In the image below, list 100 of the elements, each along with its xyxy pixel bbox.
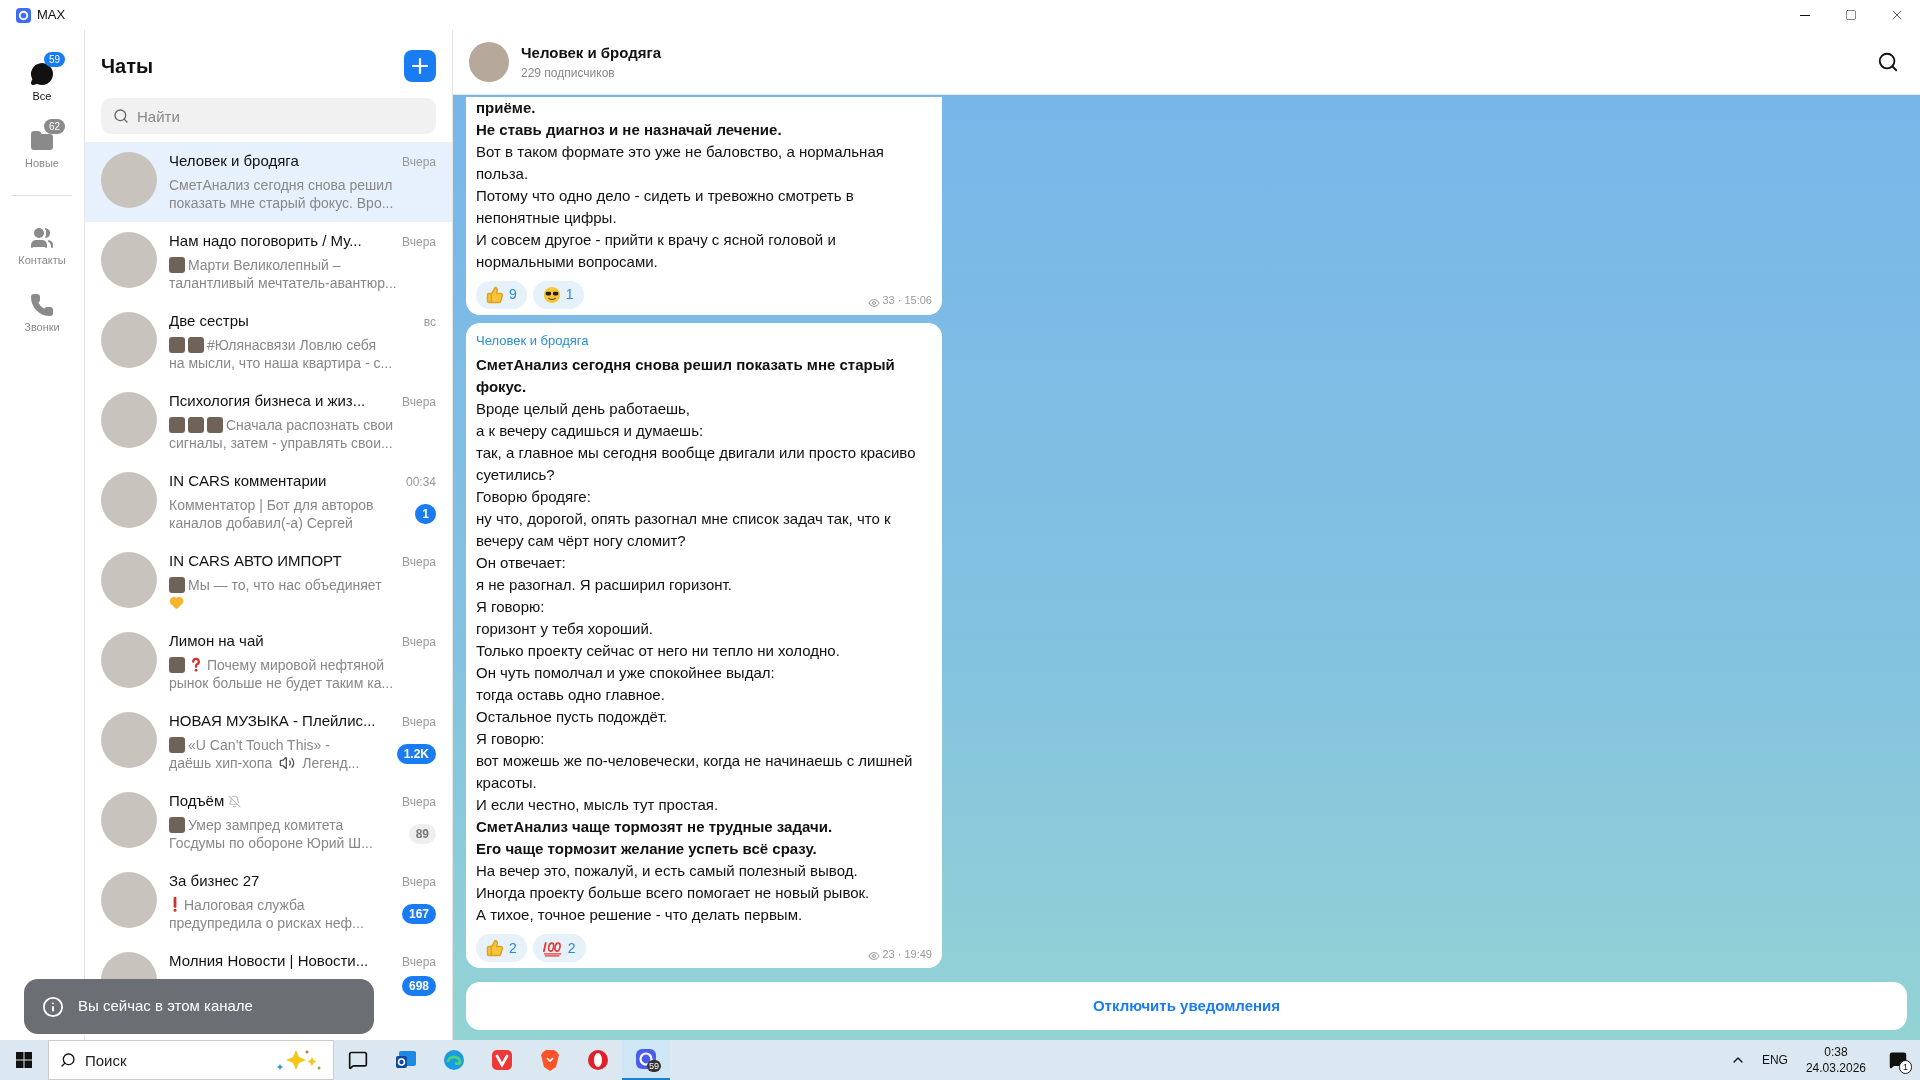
message-text: Вот в таком формате это уже не баловство, а нормальная польза. — [476, 141, 885, 184]
notifications-button[interactable]: 1 — [1876, 1040, 1920, 1080]
chat-item[interactable]: Человек и бродяга Вчера СметАнализ сегодня снова решил показать мне старый фокус. Вро... — [85, 142, 452, 222]
contacts-icon — [30, 226, 54, 250]
chat-time: Вчера — [402, 554, 436, 571]
chat-title: НОВАЯ МУЗЫКА - Плейлис... — [169, 711, 376, 731]
chat-item[interactable]: Две сестры вс #Юлянасвязи Ловлю себя на мысли, что наша квартира - с... — [85, 302, 452, 382]
message-text: тогда оставь одно главное. — [476, 685, 666, 705]
message-text: А тихое, точное решение - что делать первым. — [476, 905, 804, 925]
info-icon — [42, 995, 64, 1018]
photo-placeholder — [169, 416, 185, 433]
message-text: приёме. — [476, 97, 537, 118]
chat-title: Лимон на чай — [169, 631, 264, 651]
chat-time: Вчера — [402, 794, 436, 811]
thumbs-up-icon — [486, 939, 504, 957]
message-preview: Легенд... — [302, 753, 360, 772]
message-preview: на мысли, что наша квартира - с... — [169, 353, 393, 372]
avatar — [101, 792, 157, 848]
app-logo-icon — [16, 7, 31, 23]
chat-time: Вчера — [402, 634, 436, 651]
new-chat-button[interactable] — [404, 50, 436, 82]
chat-time: Вчера — [402, 714, 436, 731]
sunglasses-face-icon — [542, 285, 561, 304]
chat-item[interactable]: Подъём Вчера Умер зампред комитета Госдумы по обороне Юрий Ш... 89 — [85, 782, 452, 862]
photo-placeholder — [169, 256, 185, 273]
message-preview: Сначала распознать свои — [226, 415, 394, 434]
message-text: Он отвечает: — [476, 553, 567, 573]
chat-time: Вчера — [402, 394, 436, 411]
message-text: И если честно, мысль тут простая. — [476, 795, 720, 815]
badge: 1 — [1899, 1060, 1912, 1074]
rail-tab[interactable]: Звонки — [7, 282, 77, 339]
message-text: СметАнализ сегодня снова решил показать мне старый фокус. — [476, 355, 896, 397]
chat-item[interactable]: За бизнес 27 Вчера Налоговая служба предупредила о рисках неф... 167 — [85, 862, 452, 942]
message-text: Иногда проекту больше всего помогает не новый рывок. — [476, 883, 871, 903]
chat-item[interactable]: Лимон на чай Вчера Почему мировой нефтяной рынок больше не будет таким ка... — [85, 622, 452, 702]
window-title: MAX — [37, 6, 66, 25]
language-indicator[interactable]: ENG — [1761, 1051, 1788, 1069]
message-preview: предупредила о рисках неф... — [169, 913, 364, 932]
hundred-points-icon — [542, 939, 563, 957]
speaker-icon — [279, 754, 296, 771]
maximize-icon — [1845, 9, 1857, 21]
heart-icon — [169, 595, 184, 610]
message-text: Говорю бродяге: — [476, 487, 592, 507]
avatar — [469, 42, 509, 82]
taskbar-app[interactable]: 59 — [622, 1040, 670, 1080]
chat-title: Две сестры — [169, 311, 249, 331]
search-field[interactable]: Найти — [101, 98, 436, 134]
avatar — [101, 872, 157, 928]
message-preview: #Юлянасвязи Ловлю себя — [207, 335, 377, 354]
chat-title: Молния Новости | Новости... — [169, 951, 369, 971]
message-text: так, а главное мы сегодня вообще двигали или просто красиво суетились? — [476, 443, 917, 485]
chat-item[interactable]: IN CARS АВТО ИМПОРТ Вчера Мы — то, что нас объединяет — [85, 542, 452, 622]
message-preview: сигналы, затем - управлять свои... — [169, 433, 393, 452]
message-author: Человек и бродяга — [476, 331, 590, 350]
chat-title: Человек и бродяга — [169, 151, 299, 171]
search-icon — [113, 108, 129, 124]
message-text: Вроде целый день работаешь, — [476, 399, 692, 419]
chat-time: 00:34 — [405, 474, 436, 491]
message-preview: СметАнализ сегодня снова решил — [169, 175, 393, 194]
message-text: вот можешь же по-человечески, когда не начинаешь с лишней красоты. — [476, 751, 914, 793]
chat-title: Подъём — [169, 791, 225, 811]
message-preview: даёшь хип-хопа — [169, 753, 273, 772]
message-preview: рынок больше не будет таким ка... — [169, 673, 394, 692]
chat-item[interactable]: Нам надо поговорить / Му... Вчера Марти Великолепный – талантливый мечтатель-авантюр... — [85, 222, 452, 302]
message-meta: 33 · 15:06 — [882, 293, 932, 308]
avatar — [101, 552, 157, 608]
message-text: Я говорю: — [476, 729, 546, 749]
browser-icon — [442, 1048, 466, 1072]
avatar — [101, 152, 157, 208]
message-text: Потому что одно дело - сидеть и тревожно смотреть в непонятные цифры. — [476, 185, 855, 228]
photo-placeholder — [169, 736, 185, 753]
message-text: И совсем другое - прийти к врачу с ясной головой и нормальными вопросами. — [476, 229, 837, 272]
rail-tab[interactable]: Новые 62 — [7, 118, 77, 175]
message-preview: Почему мировой нефтяной — [207, 655, 385, 674]
mute-notifications-button[interactable]: Отключить уведомления — [466, 982, 1907, 1030]
message-text: Остальное пусть подождёт. — [476, 707, 669, 727]
message-preview: Умер зампред комитета — [188, 815, 344, 834]
chat-item[interactable]: Психология бизнеса и жиз... Вчера Сначала распознать свои сигналы, затем - управлять свои... — [85, 382, 452, 462]
chat-time: Вчера — [402, 874, 436, 891]
channel-title: Человек и бродяга — [521, 42, 662, 63]
views-icon — [868, 296, 881, 309]
subscriber-count: 229 подписчиков — [521, 65, 616, 83]
chat-item[interactable]: НОВАЯ МУЗЫКА - Плейлис... Вчера «U Can’t Touch This» - даёшь хип-хопа Легенд... 1.2K — [85, 702, 452, 782]
message-text: я не разогнал. Я расширил горизонт. — [476, 575, 733, 595]
message-text: Его чаще тормозит желание успеть всё сразу. — [476, 839, 818, 859]
clock-time: 0:38 — [1824, 1044, 1848, 1060]
message-text: Он чуть помолчал и уже спокойнее выдал: — [476, 663, 776, 683]
message-preview: Налоговая служба — [184, 895, 305, 914]
taskbar-search-field[interactable]: Поиск — [48, 1040, 334, 1080]
message-preview: Марти Великолепный – — [188, 255, 341, 274]
toast-text: Вы сейчас в этом канале — [78, 996, 253, 1017]
chat-item[interactable]: IN CARS комментарии 00:34 Комментатор | Бот для авторов каналов добавил(-а) Сергей 1 — [85, 462, 452, 542]
photo-placeholder — [188, 336, 204, 353]
rail-tab[interactable]: Все 59 — [7, 52, 77, 109]
message-text: горизонт у тебя хороший. — [476, 619, 654, 639]
list-title: Чаты — [101, 54, 154, 79]
photo-placeholder — [188, 416, 204, 433]
rail-tab[interactable]: Контакты — [7, 216, 77, 273]
question-mark-icon — [191, 657, 201, 672]
unread-badge: 1.2K — [396, 743, 436, 764]
